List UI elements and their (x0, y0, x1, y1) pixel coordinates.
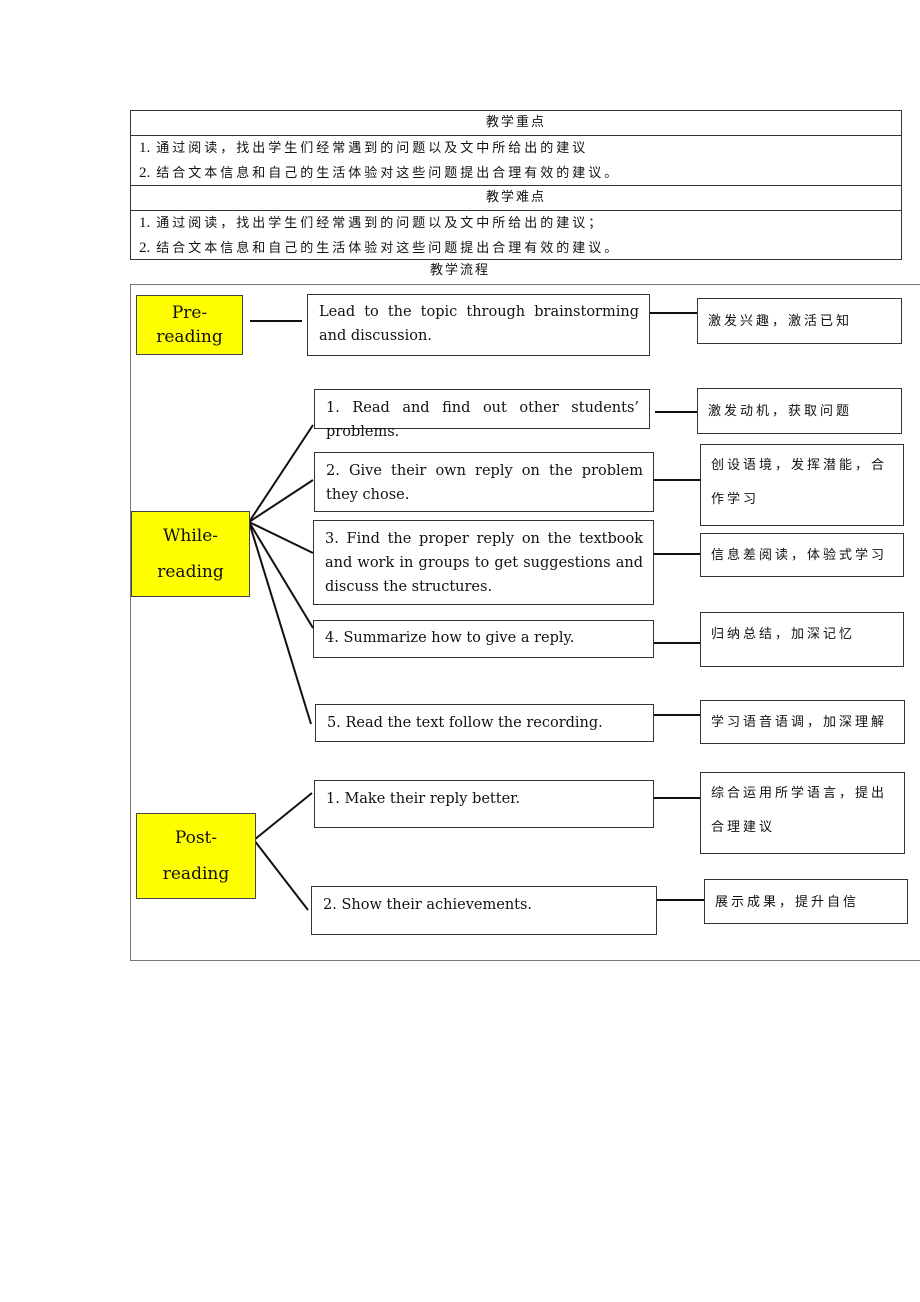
step-box: 3. Find the proper reply on the textbook… (313, 520, 654, 605)
difficulty-items: 1. 通过阅读，找出学生们经常遇到的问题以及文中所给出的建议； 2. 结合文本信息和… (131, 211, 901, 260)
goal-box: 激发兴趣，激活已知 (697, 298, 902, 344)
difficulty-item: 2. 结合文本信息和自己的生活体验对这些问题提出合理有效的建议。 (139, 240, 621, 256)
stage-pre-reading: Pre- reading (136, 295, 243, 355)
difficulty-header: 教学难点 (131, 186, 901, 211)
goal-box: 信息差阅读，体验式学习 (700, 533, 904, 577)
goal-box: 激发动机，获取问题 (697, 388, 902, 434)
step-box: 1. Make their reply better. (314, 780, 654, 828)
teaching-focus-table: 教学重点 1. 通过阅读，找出学生们经常遇到的问题以及文中所给出的建议 2. 结合文… (130, 110, 902, 260)
difficulty-item: 1. 通过阅读，找出学生们经常遇到的问题以及文中所给出的建议； (139, 215, 605, 231)
goal-box: 展示成果，提升自信 (704, 879, 908, 924)
stage-post-reading: Post- reading (136, 813, 256, 899)
step-box: 5. Read the text follow the recording. (315, 704, 654, 742)
stage-label: Pre- (171, 303, 208, 323)
focus-item: 1. 通过阅读，找出学生们经常遇到的问题以及文中所给出的建议 (139, 140, 589, 156)
flow-title: 教学流程 (429, 263, 490, 278)
focus-item: 2. 结合文本信息和自己的生活体验对这些问题提出合理有效的建议。 (139, 165, 621, 181)
stage-label: While- (162, 526, 219, 546)
step-box: 1. Read and find out other students’ pro… (314, 389, 650, 440)
step-box: Lead to the topic through brainstorming … (307, 294, 650, 356)
goal-box: 归纳总结，加深记忆 (700, 612, 904, 667)
stage-label: reading (157, 562, 224, 582)
stage-label: reading (156, 327, 223, 347)
stage-label: Post- (174, 828, 218, 848)
focus-items: 1. 通过阅读，找出学生们经常遇到的问题以及文中所给出的建议 2. 结合文本信息和自… (131, 136, 901, 186)
step-box: 2. Show their achievements. (311, 886, 657, 935)
step-box: 4. Summarize how to give a reply. (313, 620, 654, 658)
goal-box: 创设语境，发挥潜能，合作学习 (700, 444, 904, 526)
step-box: 2. Give their own reply on the problem t… (314, 452, 654, 512)
goal-box: 综合运用所学语言，提出合理建议 (700, 772, 905, 854)
stage-label: reading (162, 864, 230, 884)
stage-while-reading: While- reading (131, 511, 250, 597)
focus-header: 教学重点 (131, 111, 901, 136)
goal-box: 学习语音语调，加深理解 (700, 700, 905, 744)
